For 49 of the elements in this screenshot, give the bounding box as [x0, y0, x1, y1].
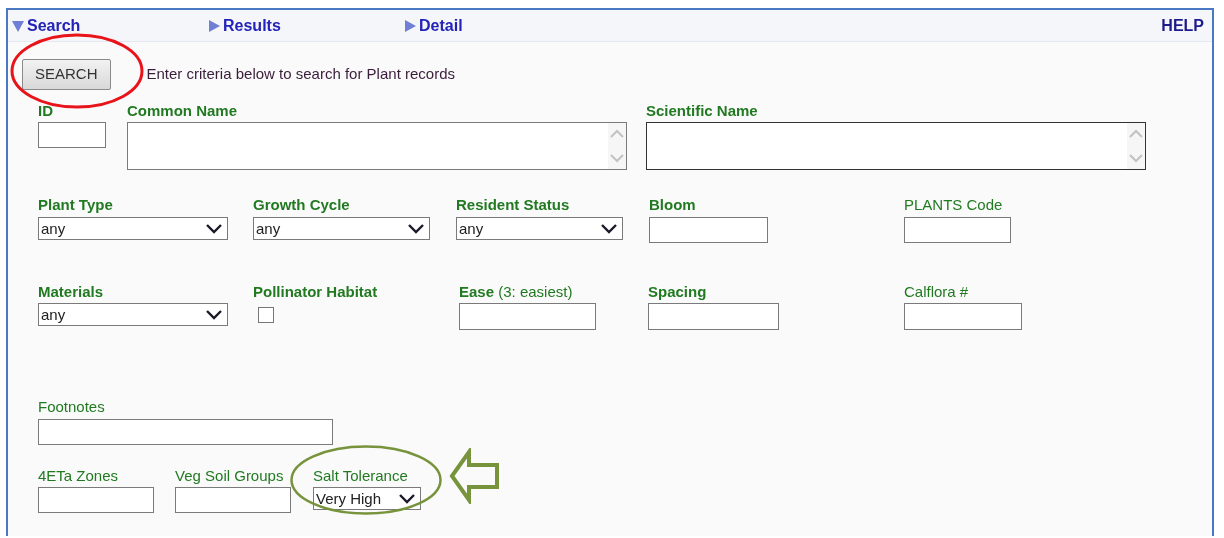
triangle-icon [208, 19, 220, 32]
dropdown[interactable]: Very High [314, 488, 420, 509]
checkbox[interactable] [258, 307, 274, 323]
chevron-icon [408, 223, 424, 234]
field-label: ID [38, 101, 53, 120]
field-label: Salt Tolerance [313, 466, 408, 485]
instruction-text: Enter criteria below to search for Plant records [146, 64, 455, 84]
dropdown[interactable]: any [254, 217, 429, 239]
field-label: Growth Cycle [253, 196, 350, 214]
field-label: Resident Status [456, 196, 570, 214]
field-label: Materials [38, 282, 104, 301]
tab[interactable]: Search [12, 13, 208, 38]
text-field[interactable] [904, 216, 1011, 243]
text-field[interactable] [904, 303, 1022, 330]
chevron-icon [206, 223, 222, 234]
field-label: Spacing [648, 282, 707, 301]
text-field[interactable] [648, 303, 779, 330]
field-label: Scientific Name [646, 101, 758, 120]
triangle-icon [404, 19, 416, 32]
dropdown[interactable]: any [39, 304, 227, 325]
field-label: 4ETa Zones [38, 466, 119, 485]
text-field[interactable] [38, 487, 154, 513]
field-label: Plant Type [38, 196, 113, 214]
text-field[interactable] [38, 418, 333, 445]
text-field[interactable] [175, 487, 291, 513]
field-label: Bloom [649, 196, 696, 214]
help-link[interactable]: HELP [1161, 13, 1204, 38]
field-label: Common Name [127, 101, 238, 120]
text-field[interactable] [38, 122, 106, 148]
field-label: Calflora # [904, 282, 969, 301]
triangle-icon [12, 19, 24, 32]
text-area[interactable] [646, 122, 1146, 170]
field-label: Footnotes [38, 398, 105, 416]
field-label: Veg Soil Groups [175, 466, 284, 485]
field-label: PLANTS Code [904, 196, 1003, 214]
field-label: Pollinator Habitat [253, 282, 378, 301]
text-field[interactable] [649, 216, 768, 243]
chevron-icon [206, 310, 222, 320]
text-field[interactable] [459, 303, 596, 330]
scroll-arrows-icon [608, 123, 626, 169]
chevron-icon [399, 494, 415, 504]
dropdown[interactable]: any [39, 217, 227, 239]
tab[interactable]: Results [208, 13, 404, 38]
dropdown[interactable]: any [457, 217, 622, 239]
tab[interactable]: Detail [404, 13, 524, 38]
chevron-icon [601, 223, 617, 234]
search-button[interactable]: SEARCH [22, 59, 111, 90]
scroll-arrows-icon [1127, 123, 1145, 169]
field-label: Ease (3: easiest) [459, 282, 573, 301]
